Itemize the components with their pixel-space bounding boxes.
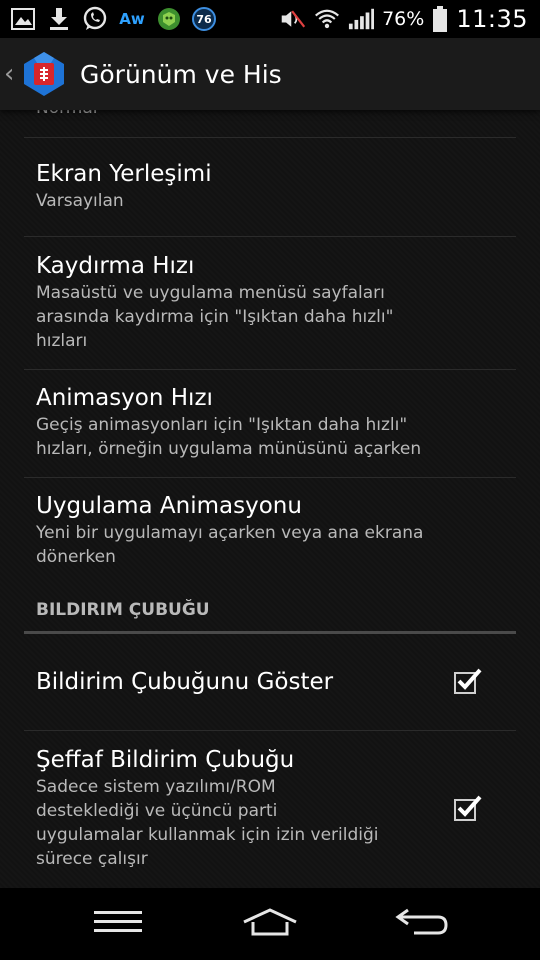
status-bar: Aw 76 76% 11:35 (0, 0, 540, 38)
action-bar: ‹ Görünüm ve His (0, 38, 540, 110)
pref-summary: Varsayılan (36, 191, 124, 211)
pref-summary: Yeni bir uygulamayı açarken veya ana ekr… (36, 523, 424, 543)
pref-summary: desteklediği ve üçüncü parti (36, 801, 278, 821)
section-header-notification-bar: BILDIRIM ÇUBUĞU (24, 597, 516, 634)
pref-summary: hızları, örneğin uygulama münüsünü açark… (36, 439, 422, 459)
list-item-partial[interactable]: Normal (24, 110, 516, 138)
page-title: Görünüm ve His (80, 59, 282, 89)
pref-summary: Masaüstü ve uygulama menüsü sayfaları (36, 283, 385, 303)
battery-icon (432, 6, 448, 32)
badge-76-icon: 76 (192, 7, 216, 31)
clock: 11:35 (456, 5, 528, 33)
mute-icon (280, 6, 306, 32)
show-bar-checkbox[interactable] (454, 668, 482, 694)
wifi-icon (314, 6, 340, 32)
home-icon (241, 907, 299, 941)
pref-title: Bildirim Çubuğunu Göster (36, 669, 334, 695)
pref-title: Ekran Yerleşimi (36, 161, 212, 187)
pref-title: Animasyon Hızı (36, 385, 213, 411)
home-button[interactable] (220, 898, 320, 950)
pref-title: Kaydırma Hızı (36, 253, 195, 279)
navigation-bar (0, 888, 540, 960)
nova-launcher-logo-icon[interactable] (20, 50, 68, 98)
pref-summary: Geçiş animasyonları için "Işıktan daha h… (36, 415, 408, 435)
pref-scroll-speed[interactable]: Kaydırma Hızı Masaüstü ve uygulama menüs… (24, 237, 516, 370)
pref-show-notification-bar[interactable]: Bildirim Çubuğunu Göster (24, 634, 516, 731)
back-icon (394, 906, 450, 942)
back-button[interactable] (372, 898, 472, 950)
download-icon (46, 6, 72, 32)
pref-summary: uygulamalar kullanmak için izin verildiğ… (36, 825, 379, 845)
settings-list[interactable]: Normal Ekran Yerleşimi Varsayılan Kaydır… (0, 110, 540, 888)
pref-title: Şeffaf Bildirim Çubuğu (36, 747, 295, 773)
transparent-bar-checkbox[interactable] (454, 795, 482, 821)
pref-animation-speed[interactable]: Animasyon Hızı Geçiş animasyonları için … (24, 370, 516, 478)
game-icon (156, 6, 182, 32)
image-icon (10, 6, 36, 32)
pref-summary: Normal (36, 110, 516, 120)
pref-summary: dönerken (36, 547, 116, 567)
aw-icon: Aw (119, 10, 145, 28)
pref-title: Uygulama Animasyonu (36, 493, 302, 519)
pref-summary: Sadece sistem yazılımı/ROM (36, 777, 276, 797)
menu-button[interactable] (68, 898, 168, 950)
pref-app-animation[interactable]: Uygulama Animasyonu Yeni bir uygulamayı … (24, 478, 516, 586)
battery-percent: 76% (382, 8, 425, 30)
pref-summary: arasında kaydırma için "Işıktan daha hız… (36, 307, 394, 327)
menu-icon (94, 910, 142, 938)
whatsapp-icon (82, 6, 108, 32)
pref-screen-layout[interactable]: Ekran Yerleşimi Varsayılan (24, 139, 516, 237)
up-chevron-icon[interactable]: ‹ (4, 59, 18, 89)
signal-icon (348, 6, 375, 32)
pref-summary: hızları (36, 331, 88, 351)
pref-transparent-notification-bar[interactable]: Şeffaf Bildirim Çubuğu Sadece sistem yaz… (24, 731, 516, 888)
pref-summary: sürece çalışır (36, 849, 148, 869)
